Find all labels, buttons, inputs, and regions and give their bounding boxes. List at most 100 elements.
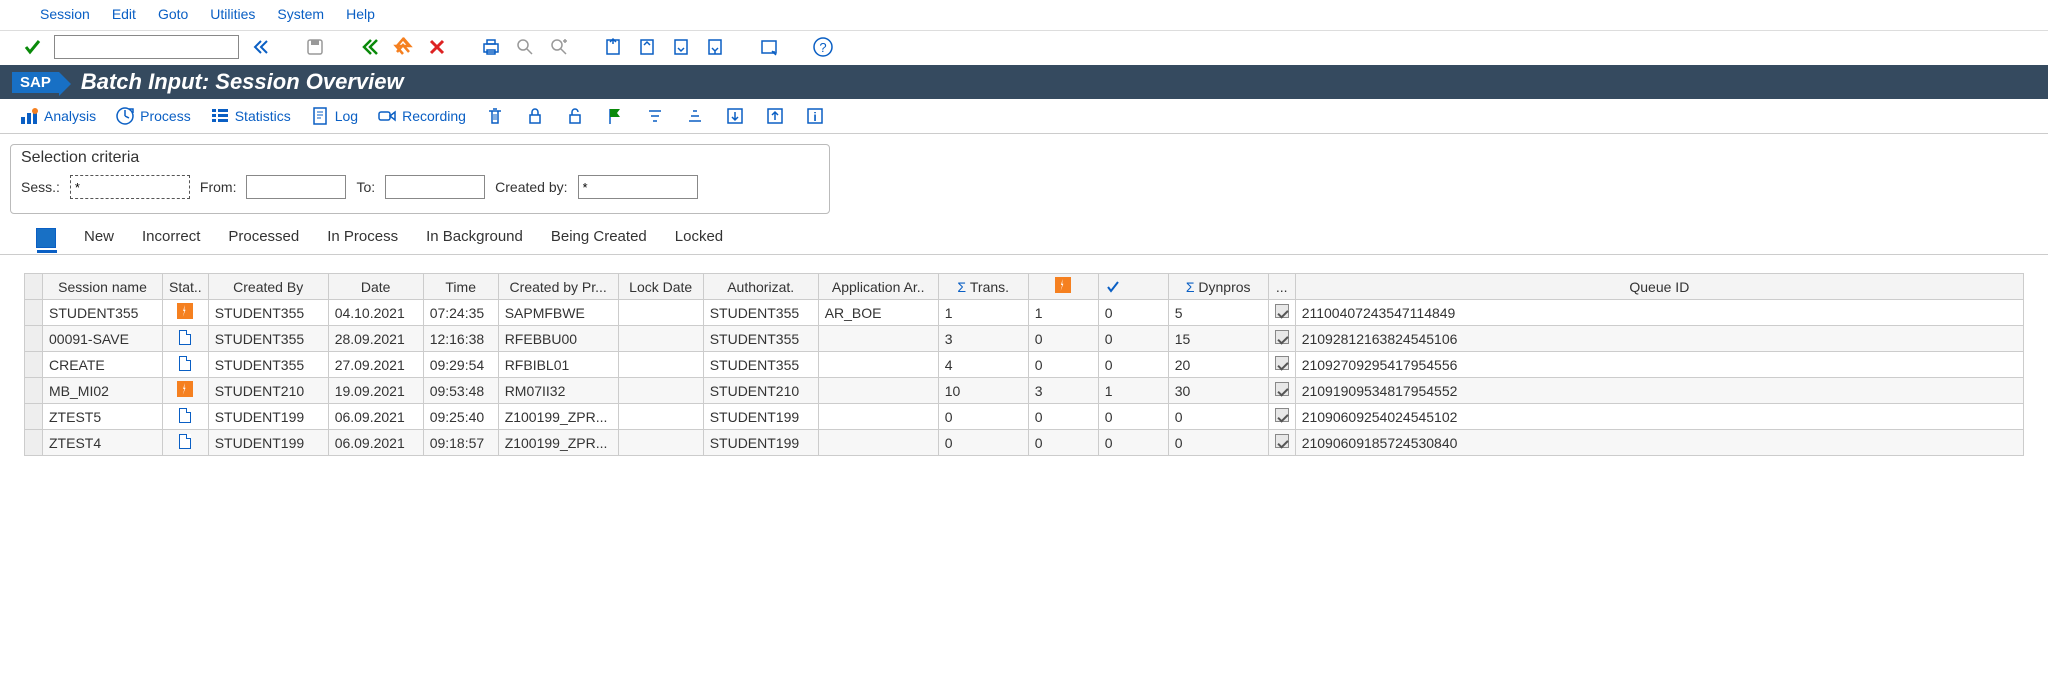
- save-icon[interactable]: [303, 35, 327, 59]
- table-row[interactable]: ZTEST5STUDENT19906.09.202109:25:40Z10019…: [25, 404, 2024, 430]
- cell-session: ZTEST4: [43, 430, 163, 456]
- row-selector[interactable]: [25, 378, 43, 404]
- log-button[interactable]: Log: [309, 105, 358, 127]
- row-selector[interactable]: [25, 430, 43, 456]
- table-row[interactable]: 00091-SAVESTUDENT35528.09.202112:16:38RF…: [25, 326, 2024, 352]
- col-authorizat[interactable]: Authorizat.: [703, 274, 818, 300]
- cell-status: [163, 404, 209, 430]
- col-session-name[interactable]: Session name: [43, 274, 163, 300]
- cell-trans: 1: [938, 300, 1028, 326]
- table-row[interactable]: CREATESTUDENT35527.09.202109:29:54RFBIBL…: [25, 352, 2024, 378]
- first-page-icon[interactable]: [601, 35, 625, 59]
- tab-incorrect[interactable]: Incorrect: [142, 228, 200, 248]
- cell-err: 3: [1028, 378, 1098, 404]
- menu-session[interactable]: Session: [40, 6, 90, 22]
- cell-qid: 21092812163824545106: [1295, 326, 2023, 352]
- tab-processed[interactable]: Processed: [228, 228, 299, 248]
- cancel-icon[interactable]: [425, 35, 449, 59]
- row-selector[interactable]: [25, 404, 43, 430]
- enter-icon[interactable]: [20, 35, 44, 59]
- session-grid: Session name Stat.. Created By Date Time…: [24, 273, 2038, 456]
- cell-date: 19.09.2021: [328, 378, 423, 404]
- cell-ok: 1: [1098, 378, 1168, 404]
- col-trans[interactable]: Σ Trans.: [938, 274, 1028, 300]
- log-label: Log: [335, 108, 358, 124]
- col-queue-id[interactable]: Queue ID: [1295, 274, 2023, 300]
- recording-icon: [376, 105, 398, 127]
- cell-created-by: STUDENT199: [208, 404, 328, 430]
- grid-header-row: Session name Stat.. Created By Date Time…: [25, 274, 2024, 300]
- cell-area: [818, 326, 938, 352]
- statistics-button[interactable]: Statistics: [209, 105, 291, 127]
- cell-dyn: 5: [1168, 300, 1268, 326]
- unlock-icon[interactable]: [564, 105, 586, 127]
- recording-label: Recording: [402, 108, 466, 124]
- tab-in-process[interactable]: In Process: [327, 228, 398, 248]
- menu-utilities[interactable]: Utilities: [210, 6, 255, 22]
- to-input[interactable]: [385, 175, 485, 199]
- next-page-icon[interactable]: [669, 35, 693, 59]
- flag-icon[interactable]: [604, 105, 626, 127]
- prev-page-icon[interactable]: [635, 35, 659, 59]
- cell-lock: [618, 352, 703, 378]
- analysis-button[interactable]: Analysis: [18, 105, 96, 127]
- back-icon[interactable]: [357, 35, 381, 59]
- help-icon[interactable]: ?: [811, 35, 835, 59]
- row-selector[interactable]: [25, 352, 43, 378]
- last-page-icon[interactable]: [703, 35, 727, 59]
- menu-help[interactable]: Help: [346, 6, 375, 22]
- col-created-by[interactable]: Created By: [208, 274, 328, 300]
- createdby-input[interactable]: [578, 175, 698, 199]
- menu-system[interactable]: System: [277, 6, 324, 22]
- col-time[interactable]: Time: [423, 274, 498, 300]
- export-icon[interactable]: [724, 105, 746, 127]
- tab-overview-icon[interactable]: [36, 228, 56, 248]
- print-icon[interactable]: [479, 35, 503, 59]
- sess-input[interactable]: [70, 175, 190, 199]
- from-label: From:: [200, 179, 237, 195]
- tab-locked[interactable]: Locked: [675, 228, 723, 248]
- from-input[interactable]: [246, 175, 346, 199]
- cell-status: [163, 326, 209, 352]
- col-lock-date[interactable]: Lock Date: [618, 274, 703, 300]
- sort-asc-icon[interactable]: [644, 105, 666, 127]
- lock-icon[interactable]: [524, 105, 546, 127]
- col-dots[interactable]: ...: [1268, 274, 1295, 300]
- cell-area: [818, 352, 938, 378]
- col-created-by-prog[interactable]: Created by Pr...: [498, 274, 618, 300]
- import-icon[interactable]: [764, 105, 786, 127]
- table-row[interactable]: STUDENT355STUDENT35504.10.202107:24:35SA…: [25, 300, 2024, 326]
- collapse-icon[interactable]: [249, 35, 273, 59]
- col-ok[interactable]: [1098, 274, 1168, 300]
- table-row[interactable]: ZTEST4STUDENT19906.09.202109:18:57Z10019…: [25, 430, 2024, 456]
- tab-in-background[interactable]: In Background: [426, 228, 523, 248]
- delete-icon[interactable]: [484, 105, 506, 127]
- new-session-icon[interactable]: [757, 35, 781, 59]
- col-date[interactable]: Date: [328, 274, 423, 300]
- command-field[interactable]: [54, 35, 239, 59]
- sort-desc-icon[interactable]: [684, 105, 706, 127]
- menu-goto[interactable]: Goto: [158, 6, 188, 22]
- col-app-area[interactable]: Application Ar..: [818, 274, 938, 300]
- recording-button[interactable]: Recording: [376, 105, 466, 127]
- cell-qid: 21091909534817954552: [1295, 378, 2023, 404]
- cell-lock: [618, 300, 703, 326]
- find-next-icon[interactable]: [547, 35, 571, 59]
- row-selector[interactable]: [25, 300, 43, 326]
- col-dynpros[interactable]: Σ Dynpros: [1168, 274, 1268, 300]
- menu-edit[interactable]: Edit: [112, 6, 136, 22]
- col-error[interactable]: [1028, 274, 1098, 300]
- cell-qid: 21092709295417954556: [1295, 352, 2023, 378]
- col-status[interactable]: Stat..: [163, 274, 209, 300]
- status-new-icon: [179, 356, 191, 371]
- tab-new[interactable]: New: [84, 228, 114, 248]
- cell-lock: [618, 326, 703, 352]
- process-button[interactable]: Process: [114, 105, 191, 127]
- col-select[interactable]: [25, 274, 43, 300]
- table-row[interactable]: MB_MI02STUDENT21019.09.202109:53:48RM07I…: [25, 378, 2024, 404]
- row-selector[interactable]: [25, 326, 43, 352]
- info-icon[interactable]: i: [804, 105, 826, 127]
- exit-icon[interactable]: [391, 35, 415, 59]
- tab-being-created[interactable]: Being Created: [551, 228, 647, 248]
- find-icon[interactable]: [513, 35, 537, 59]
